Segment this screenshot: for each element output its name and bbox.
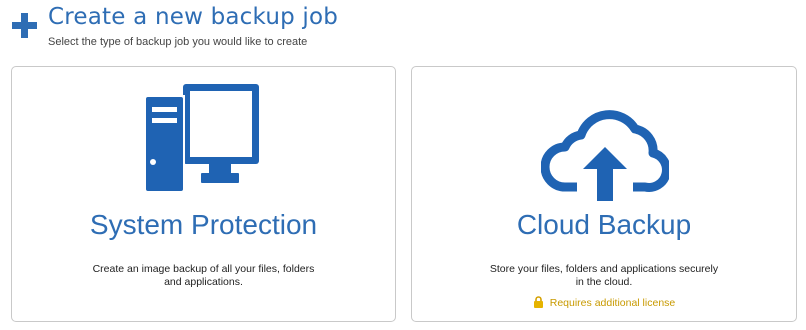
system-protection-card[interactable]: System Protection Create an image backup… [11,66,396,322]
plus-icon [12,13,37,38]
card-description-line: in the cloud. [575,276,633,288]
card-title: Cloud Backup [516,209,692,240]
card-description-line: Store your files, folders and applicatio… [489,263,719,275]
cloud-backup-card[interactable]: Cloud Backup Store your files, folders a… [411,66,797,322]
card-description-line: Create an image backup of all your files… [92,263,315,275]
card-description: Create an image backup of all your files… [72,263,335,289]
page-header: Create a new backup job Select the type … [0,0,806,60]
license-text: Requires additional license [549,297,676,309]
computer-tower-monitor-icon [143,84,259,191]
page-subtitle: Select the type of backup job you would … [48,36,308,48]
cloud-upload-icon [541,110,669,201]
page-title: Create a new backup job [48,4,339,30]
lock-icon [533,296,543,308]
card-description: Store your files, folders and applicatio… [472,263,736,289]
card-title: System Protection [89,209,318,240]
card-description-line: and applications. [164,276,243,288]
license-notice: Requires additional license [412,296,796,309]
